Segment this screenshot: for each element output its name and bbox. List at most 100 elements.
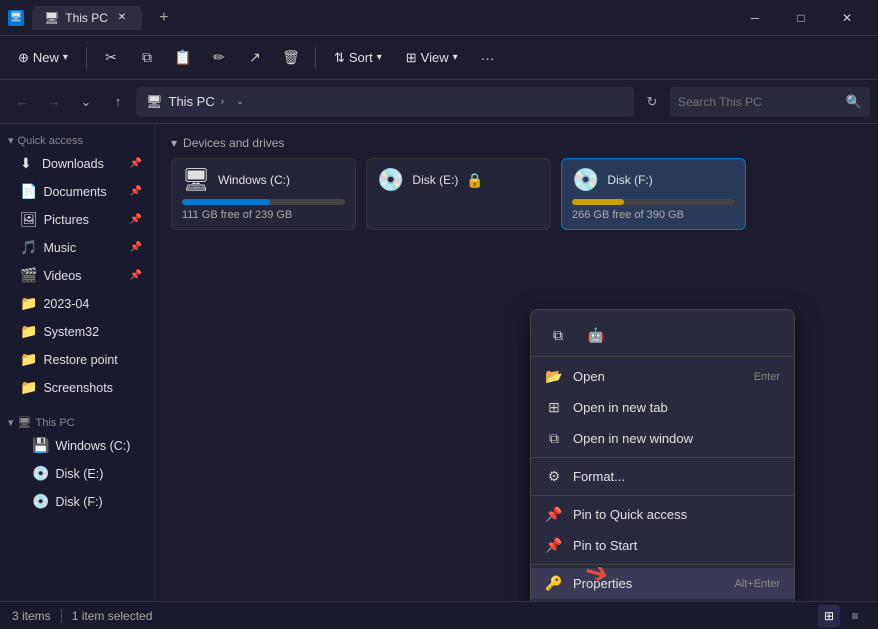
- pin-icon-videos: 📌: [130, 270, 142, 281]
- ctx-separator-1: [531, 457, 794, 458]
- tab-close-button[interactable]: ✕: [114, 10, 130, 26]
- more-options-button[interactable]: ···: [472, 42, 504, 74]
- ctx-open-window-label: Open in new window: [573, 431, 780, 446]
- ctx-open-new-tab-item[interactable]: ⊞ Open in new tab: [531, 392, 794, 423]
- folder-2023-icon: 📁: [20, 295, 37, 312]
- minimize-button[interactable]: ─: [732, 0, 778, 36]
- ctx-properties-item[interactable]: 🔑 Properties Alt+Enter: [531, 568, 794, 599]
- sort-button[interactable]: ⇅ Sort ▾: [324, 46, 392, 70]
- drive-name-disk-e: Disk (E:): [412, 173, 458, 187]
- tab-title: This PC: [65, 11, 108, 25]
- pc-icon: 🖥: [146, 94, 163, 110]
- ctx-pin-quick-icon: 📌: [545, 506, 563, 523]
- quick-access-chevron-icon: ▾: [8, 134, 14, 147]
- ctx-pin-quick-access-item[interactable]: 📌 Pin to Quick access: [531, 499, 794, 530]
- ctx-ai-button[interactable]: 🤖: [581, 320, 611, 350]
- ctx-format-item[interactable]: ⚙ Format...: [531, 461, 794, 492]
- sidebar-disk-f-label: Disk (F:): [55, 495, 102, 509]
- ctx-open-item[interactable]: 📂 Open Enter: [531, 361, 794, 392]
- sort-icon: ⇅: [334, 50, 345, 66]
- sidebar-item-downloads[interactable]: ⬇ Downloads 📌: [4, 150, 150, 177]
- ctx-copy-button[interactable]: ⧉: [543, 320, 573, 350]
- sidebar-windows-c-label: Windows (C:): [55, 439, 130, 453]
- pictures-icon: 🖼: [20, 211, 38, 228]
- window-controls: ─ □ ✕: [732, 0, 870, 36]
- windows-c-icon: 💾: [32, 437, 49, 454]
- drive-progress-windows-c: [182, 199, 345, 205]
- share-button[interactable]: ↗: [239, 42, 271, 74]
- address-dropdown-button[interactable]: ⌄: [230, 92, 250, 112]
- content-area: ▾ Devices and drives 🖥 Windows (C:) 111 …: [155, 124, 878, 601]
- drive-item-disk-e[interactable]: 💿 Disk (E:) 🔒: [366, 158, 551, 230]
- sidebar-item-pictures[interactable]: 🖼 Pictures 📌: [4, 206, 150, 233]
- new-tab-button[interactable]: +: [150, 4, 178, 32]
- sidebar-item-music[interactable]: 🎵 Music 📌: [4, 234, 150, 261]
- quick-access-label: Quick access: [18, 135, 83, 147]
- sidebar-item-documents[interactable]: 📄 Documents 📌: [4, 178, 150, 205]
- search-input[interactable]: [678, 95, 840, 109]
- address-bar: ← → ⌄ ↑ 🖥 This PC › ⌄ ↻ 🔍: [0, 80, 878, 124]
- folder-restore-icon: 📁: [20, 351, 37, 368]
- down-button[interactable]: ⌄: [72, 88, 100, 116]
- sidebar-music-label: Music: [43, 241, 76, 255]
- refresh-button[interactable]: ↻: [638, 88, 666, 116]
- list-view-button[interactable]: ≡: [844, 605, 866, 627]
- drive-icon-windows-c: 🖥: [182, 167, 210, 193]
- up-button[interactable]: ↑: [104, 88, 132, 116]
- new-button[interactable]: ⊕ New ▾: [8, 46, 78, 70]
- copy-button[interactable]: ⧉: [131, 42, 163, 74]
- ctx-separator-3: [531, 564, 794, 565]
- drive-name-disk-f: Disk (F:): [607, 173, 652, 187]
- sidebar-item-2023-04[interactable]: 📁 2023-04: [4, 290, 150, 317]
- sidebar-screenshots-label: Screenshots: [43, 381, 112, 395]
- context-menu-header: ⧉ 🤖: [531, 314, 794, 357]
- sidebar-item-windows-c[interactable]: 💾 Windows (C:): [4, 432, 150, 459]
- pin-icon-music: 📌: [130, 242, 142, 253]
- forward-button[interactable]: →: [40, 88, 68, 116]
- rename-button[interactable]: ✏: [203, 42, 235, 74]
- ctx-pin-quick-label: Pin to Quick access: [573, 507, 780, 522]
- quick-access-section[interactable]: ▾ Quick access: [0, 128, 154, 149]
- ctx-open-shortcut: Enter: [754, 371, 780, 383]
- ctx-open-new-window-item[interactable]: ⧉ Open in new window: [531, 423, 794, 454]
- drive-header-disk-e: 💿 Disk (E:) 🔒: [377, 167, 540, 193]
- sidebar-item-disk-f[interactable]: 💿 Disk (F:): [4, 488, 150, 515]
- close-button[interactable]: ✕: [824, 0, 870, 36]
- toolbar: ⊕ New ▾ ✂ ⧉ 📋 ✏ ↗ 🗑 ⇅ Sort ▾ ⊞ View ▾ ··…: [0, 36, 878, 80]
- sidebar-item-videos[interactable]: 🎬 Videos 📌: [4, 262, 150, 289]
- sidebar-2023-label: 2023-04: [43, 297, 89, 311]
- drive-item-windows-c[interactable]: 🖥 Windows (C:) 111 GB free of 239 GB: [171, 158, 356, 230]
- ctx-open-tab-label: Open in new tab: [573, 400, 780, 415]
- sidebar-item-restore-point[interactable]: 📁 Restore point: [4, 346, 150, 373]
- address-box[interactable]: 🖥 This PC › ⌄: [136, 87, 634, 117]
- delete-button[interactable]: 🗑: [275, 42, 307, 74]
- sidebar-system32-label: System32: [43, 325, 99, 339]
- ctx-pin-start-item[interactable]: 📌 Pin to Start: [531, 530, 794, 561]
- back-button[interactable]: ←: [8, 88, 36, 116]
- tab-this-pc[interactable]: 🖥 This PC ✕: [32, 6, 142, 30]
- view-button[interactable]: ⊞ View ▾: [396, 46, 468, 70]
- this-pc-section[interactable]: ▾ 🖥 This PC: [0, 410, 154, 431]
- ctx-open-tab-icon: ⊞: [545, 399, 563, 416]
- drive-item-disk-f[interactable]: 💿 Disk (F:) 266 GB free of 390 GB: [561, 158, 746, 230]
- cut-button[interactable]: ✂: [95, 42, 127, 74]
- this-pc-label: This PC: [36, 417, 75, 429]
- pin-icon-docs: 📌: [130, 186, 142, 197]
- drives-grid: 🖥 Windows (C:) 111 GB free of 239 GB 💿 D…: [171, 158, 862, 230]
- drive-progress-disk-f: [572, 199, 735, 205]
- address-chevron-icon: ›: [221, 96, 224, 107]
- view-icon: ⊞: [406, 50, 417, 66]
- grid-view-button[interactable]: ⊞: [818, 605, 840, 627]
- sidebar-item-screenshots[interactable]: 📁 Screenshots: [4, 374, 150, 401]
- sidebar-item-disk-e[interactable]: 💿 Disk (E:): [4, 460, 150, 487]
- ctx-pin-start-icon: 📌: [545, 537, 563, 554]
- maximize-button[interactable]: □: [778, 0, 824, 36]
- title-bar: 🖥 🖥 This PC ✕ + ─ □ ✕: [0, 0, 878, 36]
- paste-button[interactable]: 📋: [167, 42, 199, 74]
- sort-chevron-icon: ▾: [377, 52, 382, 63]
- sidebar-item-system32[interactable]: 📁 System32: [4, 318, 150, 345]
- sidebar-disk-e-label: Disk (E:): [55, 467, 103, 481]
- status-bar: 3 items 1 item selected ⊞ ≡: [0, 601, 878, 629]
- ctx-properties-shortcut: Alt+Enter: [734, 578, 780, 590]
- main-layout: ▾ Quick access ⬇ Downloads 📌 📄 Documents…: [0, 124, 878, 601]
